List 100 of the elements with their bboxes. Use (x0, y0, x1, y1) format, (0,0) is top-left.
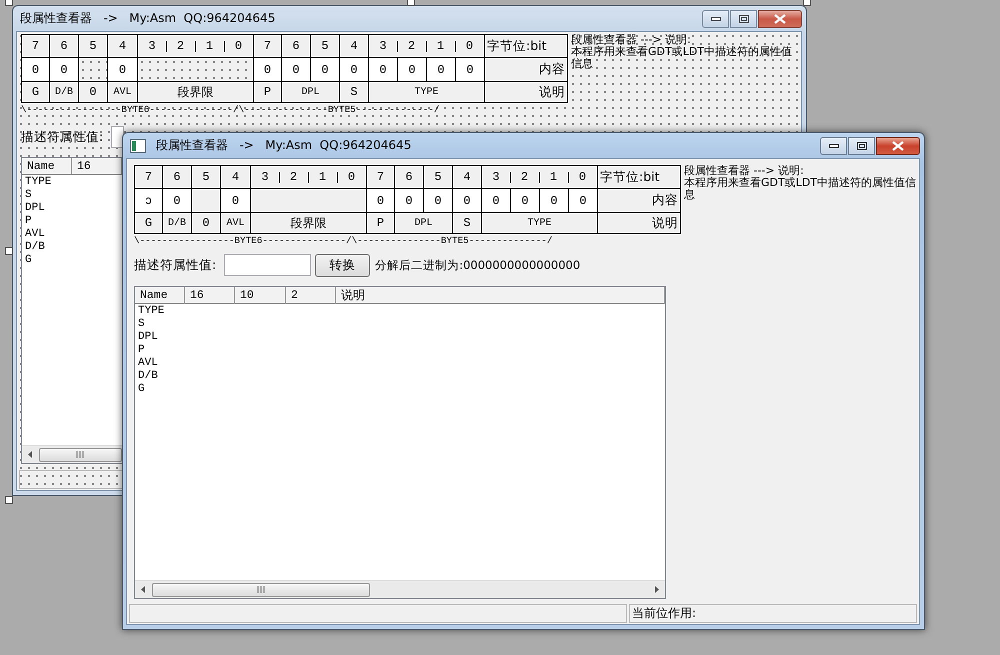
value-field[interactable]: 0 (22, 58, 49, 81)
minimize-button[interactable] (820, 136, 847, 154)
bit-number: 3 (251, 166, 279, 188)
resize-handle[interactable] (407, 0, 415, 6)
maximize-icon (738, 14, 748, 22)
value-field[interactable]: 0 (367, 189, 394, 212)
list-view[interactable]: Name 16 TYPE S DPL P AVL D/B G (21, 157, 123, 464)
horizontal-scrollbar[interactable] (135, 580, 665, 598)
bit-number: 7 (254, 35, 281, 57)
maximize-button[interactable] (730, 10, 757, 28)
list-cell-text: S (24, 189, 32, 202)
app-icon (130, 138, 146, 152)
bit-number: 2 (397, 35, 426, 57)
bit-number: 7 (367, 166, 394, 188)
value-field[interactable]: 0 (254, 58, 281, 81)
descriptor-input[interactable] (111, 126, 124, 148)
bit-number: 0 (224, 35, 253, 57)
list-view[interactable]: Name 16 10 2 说明 TYPE S DPL P AVL D/B G (134, 286, 666, 599)
field-label: TYPE (482, 213, 597, 233)
field-label: AVL (221, 213, 250, 233)
list-cell-text: S (137, 318, 145, 331)
status-panel: 当前位作用: (629, 604, 917, 623)
value-field[interactable]: 0 (311, 58, 339, 81)
title-bar[interactable]: 段属性查看器 -> My:Asm QQ:964204645 (16, 6, 802, 31)
list-cell-text: AVL (137, 357, 158, 370)
value-field[interactable]: 0 (50, 58, 78, 81)
scroll-thumb[interactable] (39, 448, 122, 462)
value-field[interactable]: 0 (163, 189, 191, 212)
bit-number: 7 (135, 166, 162, 188)
binary-output: 分解后二进制为:0000000000000000 (375, 258, 580, 272)
minimize-icon (710, 16, 720, 20)
bit-number: 5 (79, 35, 107, 57)
value-field[interactable]: 0 (108, 58, 137, 81)
grip-icon (256, 586, 266, 593)
column-header[interactable]: Name (22, 158, 72, 174)
maximize-icon (856, 142, 866, 150)
list-cell-text: D/B (24, 241, 45, 254)
field-label: DPL (282, 82, 339, 102)
bit-number: 2 (279, 166, 308, 188)
value-field[interactable]: 0 (369, 58, 397, 81)
description-caption: 说明 (598, 213, 680, 233)
bit-number: 2 (510, 166, 539, 188)
byte-range-label: \-----------------BYTE6---------------/\---------------BYTE5--------------/ (134, 235, 554, 247)
value-field[interactable]: 0 (456, 58, 484, 81)
field-label: DPL (395, 213, 452, 233)
value-field[interactable]: 0 (453, 189, 481, 212)
resize-handle[interactable] (5, 247, 13, 255)
field-label: G (22, 82, 49, 102)
value-field[interactable]: 0 (398, 58, 426, 81)
resize-handle[interactable] (5, 0, 13, 6)
value-field[interactable]: 0 (221, 189, 250, 212)
close-button[interactable] (876, 136, 920, 154)
value-field[interactable]: 0 (282, 58, 310, 81)
close-icon (892, 140, 904, 150)
info-text: 本程序用来查看GDT或LDT中描述符的属性值信息 (684, 177, 918, 201)
value-field[interactable]: ↄ (135, 189, 162, 212)
resize-handle[interactable] (803, 0, 811, 6)
field-label: D/B (50, 82, 78, 102)
bit-number: 6 (163, 166, 191, 188)
list-cell-text: G (24, 254, 32, 267)
scroll-thumb[interactable] (152, 582, 370, 596)
bit-number: 6 (282, 35, 310, 57)
value-field[interactable]: 0 (424, 189, 452, 212)
value-field[interactable]: 0 (511, 189, 539, 212)
bit-number: 5 (424, 166, 452, 188)
value-field[interactable]: 0 (340, 58, 368, 81)
list-cell-text: D/B (137, 370, 158, 383)
value-field[interactable]: 0 (395, 189, 423, 212)
horizontal-scrollbar[interactable] (22, 445, 122, 463)
close-button[interactable] (758, 10, 802, 28)
bit-caption: 字节位:bit (485, 35, 567, 57)
descriptor-input[interactable] (224, 254, 312, 276)
value-field[interactable]: 0 (540, 189, 568, 212)
list-cell-text: G (137, 383, 145, 396)
bit-number: 0 (455, 35, 484, 57)
bit-number: 3 (138, 35, 166, 57)
title-bar[interactable]: 段属性查看器 -> My:Asm QQ:964204645 (126, 133, 920, 158)
value-field[interactable]: 0 (482, 189, 510, 212)
maximize-button[interactable] (848, 136, 875, 154)
bit-number: 3 (482, 166, 510, 188)
field-label: S (453, 213, 481, 233)
value-field[interactable]: 0 (427, 58, 455, 81)
byte-range-label: \-----------------BYTE6---------------/\---------------BYTE5--------------/ (21, 104, 440, 116)
info-text: 本程序用来查看GDT或LDT中描述符的属性值信息 (571, 46, 794, 70)
field-label: S (340, 82, 368, 102)
close-icon (774, 14, 786, 24)
minimize-icon (828, 144, 838, 148)
info-heading: 段属性查看器 ---> 说明: (571, 34, 692, 46)
bit-number: 1 (195, 35, 224, 57)
field-label: TYPE (369, 82, 484, 102)
minimize-button[interactable] (702, 10, 729, 28)
resize-handle[interactable] (5, 496, 13, 504)
bit-number: 6 (395, 166, 423, 188)
info-heading: 段属性查看器 ---> 说明: (684, 165, 805, 177)
window-title: 段属性查看器 -> My:Asm QQ:964204645 (19, 10, 276, 27)
bit-number: 7 (22, 35, 49, 57)
list-cell-text: DPL (137, 331, 158, 344)
value-field[interactable]: 0 (569, 189, 597, 212)
description-caption: 说明 (485, 82, 567, 102)
convert-button[interactable]: 转换 (315, 254, 370, 276)
